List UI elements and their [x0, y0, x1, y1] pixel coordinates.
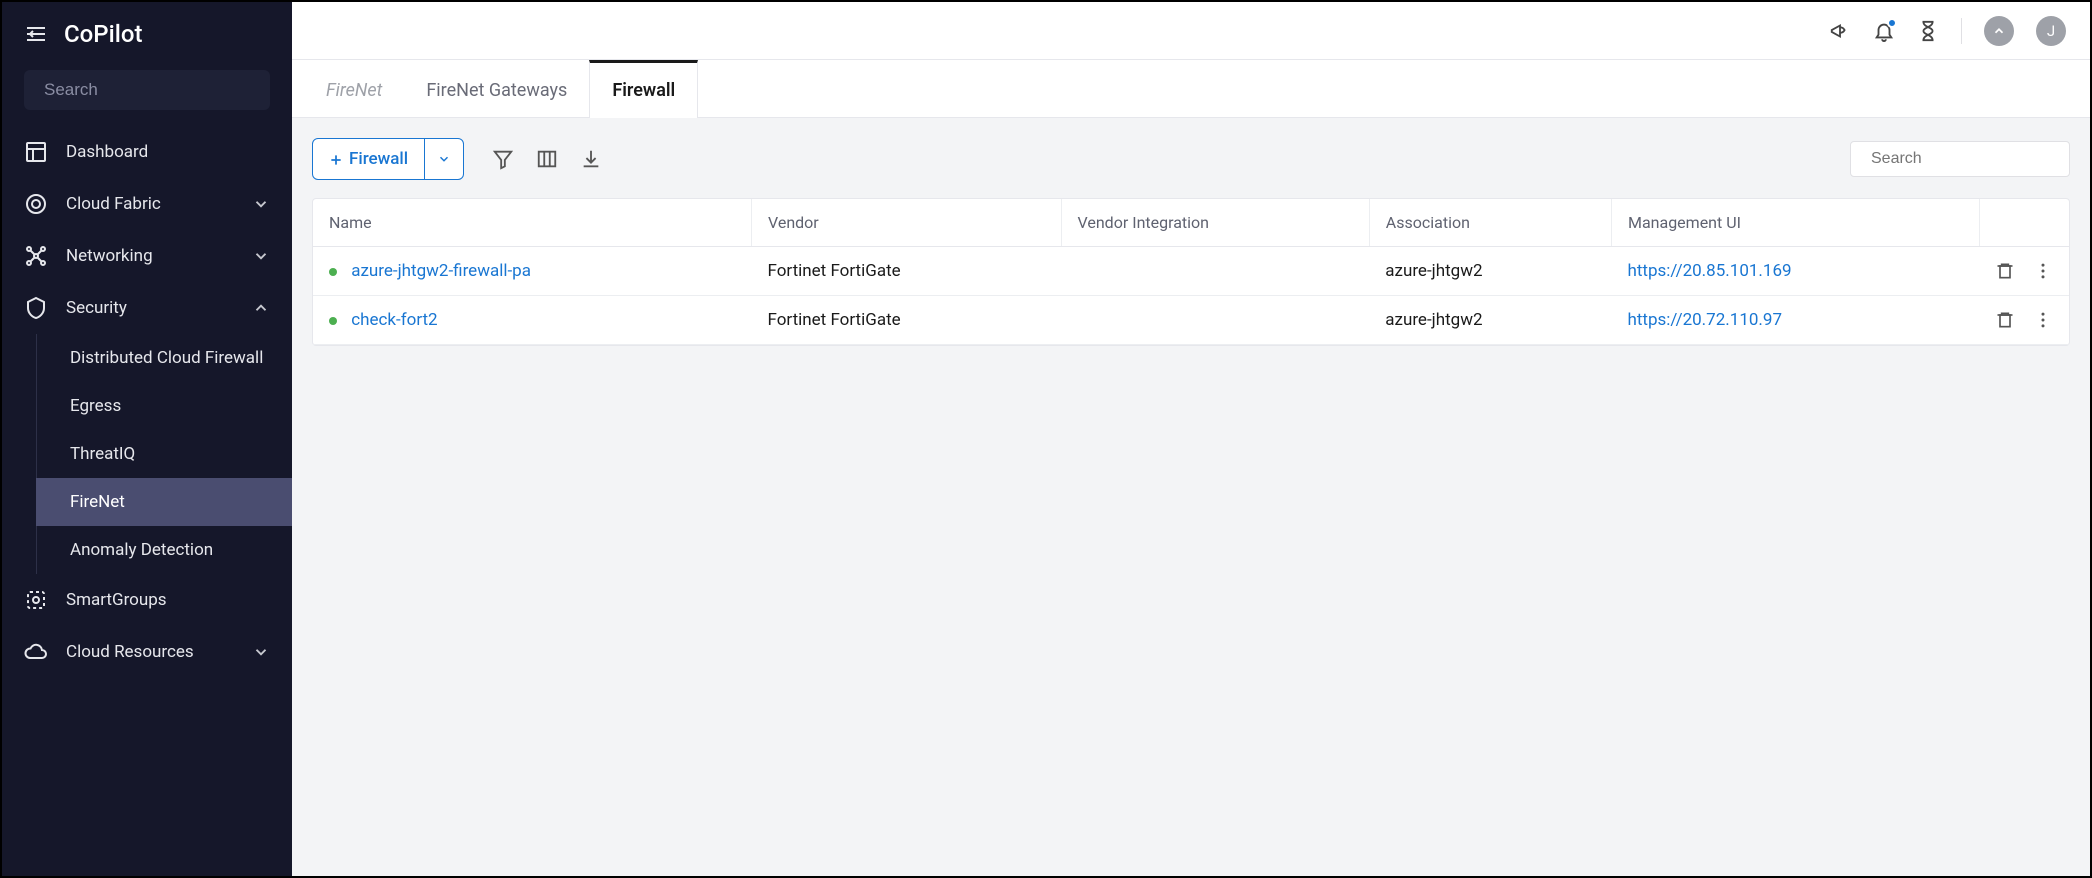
col-vendor-integration[interactable]: Vendor Integration [1061, 199, 1369, 247]
table-header-row: Name Vendor Vendor Integration Associati… [313, 199, 2069, 247]
add-firewall-split-button: Firewall [312, 138, 464, 180]
table-search[interactable] [1850, 141, 2070, 177]
target-icon [24, 192, 48, 216]
shield-icon [24, 296, 48, 320]
col-vendor[interactable]: Vendor [751, 199, 1061, 247]
plus-icon [329, 152, 343, 166]
chevron-down-icon [252, 247, 270, 265]
firewall-table: Name Vendor Vendor Integration Associati… [312, 198, 2070, 346]
announcement-icon[interactable] [1829, 20, 1851, 42]
col-association[interactable]: Association [1369, 199, 1611, 247]
sidebar-sub-distributed-cloud-firewall[interactable]: Distributed Cloud Firewall [36, 334, 292, 382]
sidebar-item-label: Networking [66, 246, 234, 266]
sidebar-item-label: Dashboard [66, 142, 270, 162]
cell-vendor-integration [1061, 296, 1369, 345]
sidebar-item-security[interactable]: Security [2, 282, 292, 334]
add-firewall-dropdown[interactable] [424, 139, 463, 179]
cell-vendor: Fortinet FortiGate [751, 247, 1061, 296]
tab-firenet[interactable]: FireNet [304, 60, 404, 117]
cell-association: azure-jhtgw2 [1369, 247, 1611, 296]
col-name[interactable]: Name [313, 199, 751, 247]
management-ui-link[interactable]: https://20.72.110.97 [1627, 310, 1782, 330]
sidebar-sub-anomaly-detection[interactable]: Anomaly Detection [36, 526, 292, 574]
table-row: azure-jhtgw2-firewall-pa Fortinet FortiG… [313, 247, 2069, 296]
avatar[interactable]: J [2036, 16, 2066, 46]
scroll-top-button[interactable] [1984, 16, 2014, 46]
notification-dot [1887, 18, 1897, 28]
firewall-name-link[interactable]: azure-jhtgw2-firewall-pa [351, 261, 531, 281]
sidebar-sub-egress[interactable]: Egress [36, 382, 292, 430]
sidebar-sub-firenet[interactable]: FireNet [36, 478, 292, 526]
sidebar-item-cloud-resources[interactable]: Cloud Resources [2, 626, 292, 678]
more-icon[interactable] [2033, 261, 2053, 281]
sidebar-item-label: Cloud Resources [66, 642, 234, 662]
trash-icon[interactable] [1995, 310, 2015, 330]
trash-icon[interactable] [1995, 261, 2015, 281]
download-icon[interactable] [580, 148, 602, 170]
topbar: J [292, 2, 2090, 60]
tab-firewall[interactable]: Firewall [589, 60, 698, 118]
columns-icon[interactable] [536, 148, 558, 170]
security-subnav: Distributed Cloud Firewall Egress Threat… [2, 334, 292, 574]
divider [1961, 18, 1962, 44]
bell-icon[interactable] [1873, 20, 1895, 42]
sidebar-item-dashboard[interactable]: Dashboard [2, 126, 292, 178]
col-management-ui[interactable]: Management UI [1611, 199, 1979, 247]
more-icon[interactable] [2033, 310, 2053, 330]
sidebar-sub-threatiq[interactable]: ThreatIQ [36, 430, 292, 478]
chevron-up-icon [252, 299, 270, 317]
smartgroups-icon [24, 588, 48, 612]
app-title: CoPilot [64, 20, 142, 48]
toolbar: Firewall [312, 138, 2070, 180]
cell-association: azure-jhtgw2 [1369, 296, 1611, 345]
table-search-input[interactable] [1871, 150, 2078, 168]
status-dot-icon [329, 268, 337, 276]
tab-firenet-gateways[interactable]: FireNet Gateways [404, 60, 589, 117]
nav: Dashboard Cloud Fabric Networking [2, 126, 292, 876]
cell-vendor-integration [1061, 247, 1369, 296]
firewall-name-link[interactable]: check-fort2 [351, 310, 437, 330]
content: Firewall [292, 118, 2090, 876]
menu-toggle-icon[interactable] [24, 22, 48, 46]
tool-icons [492, 148, 602, 170]
cell-vendor: Fortinet FortiGate [751, 296, 1061, 345]
col-actions [1979, 199, 2069, 247]
sidebar-item-cloud-fabric[interactable]: Cloud Fabric [2, 178, 292, 230]
main: J FireNet FireNet Gateways Firewall Fire… [292, 2, 2090, 876]
hourglass-icon[interactable] [1917, 20, 1939, 42]
sidebar: CoPilot Dashboard Cloud Fabric [2, 2, 292, 876]
sidebar-item-networking[interactable]: Networking [2, 230, 292, 282]
cloud-icon [24, 640, 48, 664]
sidebar-item-label: SmartGroups [66, 590, 270, 610]
sidebar-item-smartgroups[interactable]: SmartGroups [2, 574, 292, 626]
network-icon [24, 244, 48, 268]
dashboard-icon [24, 140, 48, 164]
add-firewall-button[interactable]: Firewall [313, 139, 424, 179]
table-row: check-fort2 Fortinet FortiGate azure-jht… [313, 296, 2069, 345]
sidebar-search[interactable] [24, 70, 270, 110]
filter-icon[interactable] [492, 148, 514, 170]
sidebar-header: CoPilot [2, 2, 292, 60]
chevron-down-icon [252, 643, 270, 661]
status-dot-icon [329, 317, 337, 325]
sidebar-item-label: Security [66, 298, 234, 318]
chevron-down-icon [252, 195, 270, 213]
sidebar-item-label: Cloud Fabric [66, 194, 234, 214]
tabs: FireNet FireNet Gateways Firewall [292, 60, 2090, 118]
add-firewall-label: Firewall [349, 149, 408, 169]
sidebar-search-input[interactable] [44, 80, 265, 100]
management-ui-link[interactable]: https://20.85.101.169 [1627, 261, 1791, 281]
